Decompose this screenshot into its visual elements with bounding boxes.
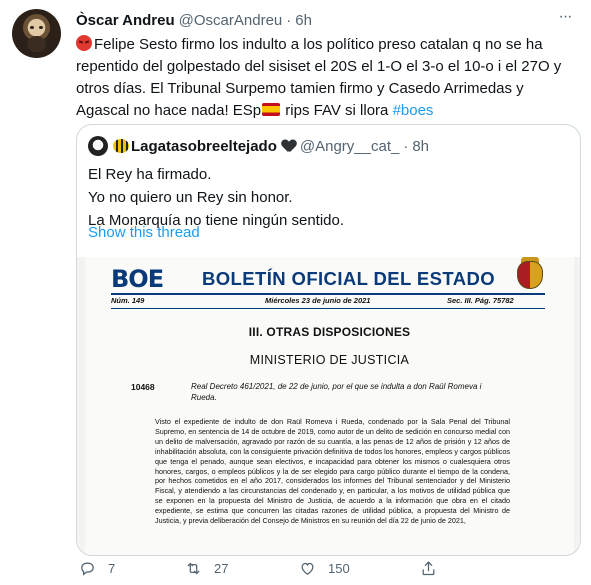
document-body: Visto el expediente de indulto de don Ra…	[155, 417, 510, 526]
tweet-text-part2: rips FAV si llora	[281, 102, 393, 119]
reply-button[interactable]: 7	[79, 558, 115, 578]
tweet-time[interactable]: 6h	[295, 12, 312, 29]
bee-icon	[113, 139, 129, 153]
boe-section-page: Sec. III. Pág. 75782	[447, 296, 514, 305]
heart-icon	[301, 562, 314, 575]
tweet-text: Felipe Sesto firmo los indulto a los pol…	[76, 34, 576, 122]
hashtag-link[interactable]: #boes	[393, 102, 434, 119]
retweet-count: 27	[214, 560, 229, 576]
boe-title: BOLETÍN OFICIAL DEL ESTADO	[202, 268, 496, 289]
boe-date: Miércoles 23 de junio de 2021	[265, 296, 371, 305]
retweet-icon	[187, 562, 200, 574]
author-name[interactable]: Òscar Andreu	[76, 12, 175, 29]
like-button[interactable]: 150	[299, 558, 350, 578]
tweet[interactable]: Òscar Andreu @OscarAndreu · 6h ··· Felip…	[0, 0, 591, 585]
quoted-line: Yo no quiero un Rey sin honor.	[88, 189, 293, 206]
like-count: 150	[328, 560, 350, 576]
quoted-tweet-time[interactable]: 8h	[412, 138, 429, 155]
coat-of-arms-icon	[517, 261, 543, 289]
quoted-line: El Rey ha firmado.	[88, 166, 212, 183]
author-avatar[interactable]	[12, 9, 61, 58]
boe-number: Núm. 149	[111, 296, 145, 305]
quoted-tweet-text: El Rey ha firmado. Yo no quiero un Rey s…	[88, 163, 344, 232]
tweet-actions: 7 27 150	[76, 556, 576, 580]
quoted-separator-dot: ·	[403, 137, 409, 155]
header-rule	[111, 293, 545, 295]
separator-dot: ·	[286, 11, 292, 29]
show-thread-link[interactable]: Show this thread	[88, 224, 200, 241]
attached-document-image[interactable]: BOE BOLETÍN OFICIAL DEL ESTADO Núm. 149 …	[77, 257, 580, 555]
more-options-icon[interactable]: ···	[553, 8, 577, 28]
section-title: III. OTRAS DISPOSICIONES	[248, 325, 411, 339]
quoted-author-name[interactable]: Lagatasobreeltejado	[131, 138, 277, 155]
boe-logo: BOE	[111, 265, 164, 293]
share-icon	[422, 560, 435, 575]
tweet-header: Òscar Andreu @OscarAndreu · 6h	[76, 10, 312, 30]
spain-flag-icon	[262, 103, 281, 116]
author-handle[interactable]: @OscarAndreu	[179, 12, 283, 29]
retweet-button[interactable]: 27	[185, 558, 228, 578]
reply-count: 7	[108, 560, 116, 576]
decree-title: Real Decreto 461/2021, de 22 de junio, p…	[191, 382, 482, 402]
document-number: 10468	[131, 382, 155, 392]
quoted-author-avatar[interactable]	[88, 136, 108, 156]
header-rule-bottom	[111, 308, 545, 309]
angry-face-icon	[76, 35, 92, 51]
black-heart-icon	[282, 140, 296, 153]
quoted-author-handle[interactable]: @Angry__cat_	[300, 138, 399, 155]
boe-page: BOE BOLETÍN OFICIAL DEL ESTADO Núm. 149 …	[85, 257, 574, 555]
ministry-title: MINISTERIO DE JUSTICIA	[249, 353, 410, 367]
quoted-tweet[interactable]: Lagatasobreeltejado @Angry__cat_ · 8h El…	[76, 124, 581, 556]
share-button[interactable]	[420, 558, 437, 578]
quoted-tweet-header: Lagatasobreeltejado @Angry__cat_ · 8h	[88, 136, 429, 156]
reply-icon	[81, 562, 94, 576]
